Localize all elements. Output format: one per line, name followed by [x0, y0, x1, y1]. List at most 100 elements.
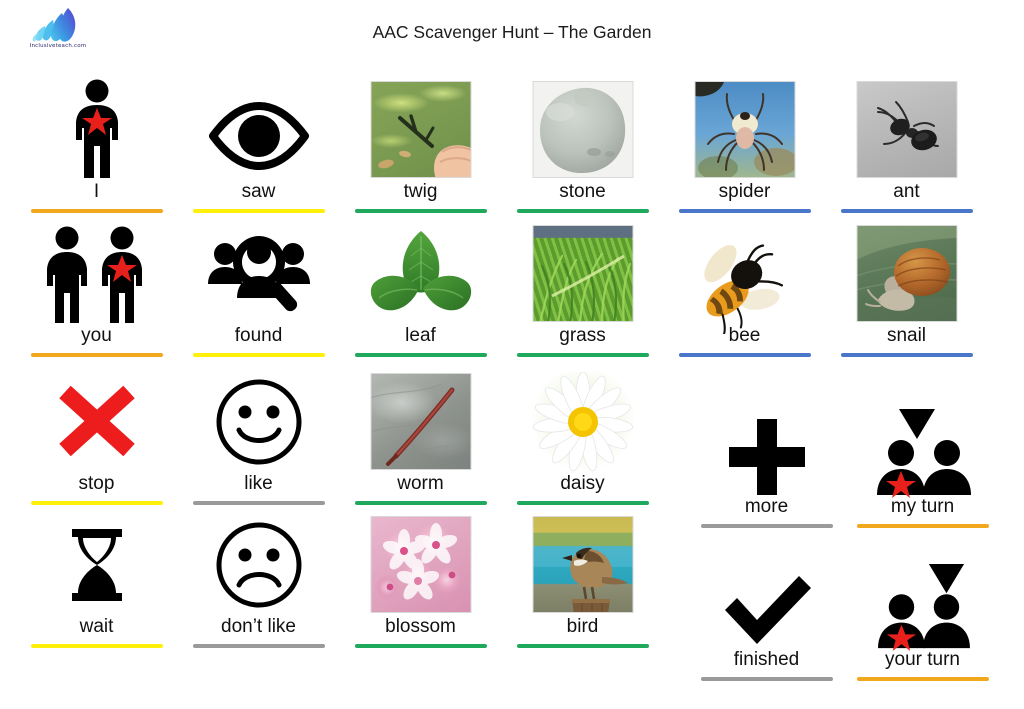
twig-photo — [370, 81, 471, 178]
cell-rule — [354, 643, 487, 648]
logo-wordmark: Inclusiveteach.com — [29, 43, 87, 49]
cell-label: worm — [397, 473, 444, 494]
ant-photo — [856, 81, 957, 178]
cell-art — [510, 513, 655, 617]
cell-rule — [700, 523, 833, 528]
cell-label: twig — [403, 181, 438, 202]
aac-cell-more[interactable]: more — [694, 405, 839, 528]
cell-rule — [856, 523, 989, 528]
aac-cell-bird[interactable]: bird — [510, 513, 655, 648]
aac-cell-leaf[interactable]: leaf — [348, 222, 493, 357]
cell-art — [694, 560, 839, 650]
grass-photo — [532, 225, 633, 322]
person-star-icon — [75, 79, 118, 178]
cell-rule — [192, 643, 325, 648]
cell-art — [348, 78, 493, 182]
cell-art — [348, 370, 493, 474]
twig-photo-detail — [378, 114, 470, 177]
cell-rule — [192, 352, 325, 357]
aac-cell-blossom[interactable]: blossom — [348, 513, 493, 648]
aac-cell-grass[interactable]: grass — [510, 222, 655, 357]
two-people-star-icon — [46, 226, 142, 323]
snail-photo-detail — [857, 226, 956, 321]
leaf-cutout-icon — [370, 231, 471, 311]
cell-art — [510, 78, 655, 182]
plus-icon — [728, 419, 805, 495]
cell-label: ant — [893, 181, 920, 202]
aac-cell-your-turn[interactable]: your turn — [850, 560, 995, 681]
cell-art — [186, 78, 331, 182]
page-title: AAC Scavenger Hunt – The Garden — [372, 22, 652, 42]
bee-cutout-icon — [703, 244, 783, 334]
worm-photo — [370, 373, 471, 470]
aac-cell-my-turn[interactable]: my turn — [850, 405, 995, 528]
checkmark-icon — [724, 576, 811, 644]
aac-cell-finished[interactable]: finished — [694, 560, 839, 681]
bird-photo — [532, 516, 633, 613]
aac-scavenger-hunt-board: Inclusiveteach.com AAC Scavenger Hunt – … — [0, 0, 1024, 709]
cell-art — [850, 560, 995, 652]
cell-rule — [516, 352, 649, 357]
snail-photo — [856, 225, 957, 322]
blossom-photo — [370, 516, 471, 613]
cell-art — [672, 78, 817, 182]
cell-art — [850, 405, 995, 498]
cell-label: spider — [718, 181, 771, 202]
cell-art — [186, 513, 331, 617]
cell-art — [24, 222, 169, 326]
my-turn-icon — [876, 409, 971, 498]
cell-label: grass — [559, 325, 606, 346]
aac-cell-daisy[interactable]: daisy — [510, 370, 655, 505]
cell-label: I — [93, 181, 100, 202]
ant-photo-detail — [877, 101, 939, 151]
cell-art — [348, 513, 493, 617]
red-cross-icon — [58, 385, 135, 457]
cell-art — [672, 222, 817, 334]
aac-cell-like[interactable]: like — [186, 370, 331, 505]
cell-label: you — [81, 325, 112, 346]
cell-rule — [30, 208, 163, 213]
cell-label: stone — [559, 181, 606, 202]
cell-art — [510, 370, 655, 474]
cell-label: blossom — [385, 616, 456, 637]
aac-cell-ant[interactable]: ant — [834, 78, 979, 213]
worm-photo-detail — [371, 383, 455, 469]
aac-cell-stop[interactable]: stop — [24, 370, 169, 505]
aac-cell-found[interactable]: found — [186, 222, 331, 357]
aac-cell-worm[interactable]: worm — [348, 370, 493, 505]
cell-rule — [840, 208, 973, 213]
cell-rule — [354, 500, 487, 505]
aac-cell-i[interactable]: I — [24, 78, 169, 213]
aac-cell-you[interactable]: you — [24, 222, 169, 357]
cell-art — [834, 222, 979, 326]
cell-label: snail — [886, 325, 927, 346]
happy-face-icon — [216, 379, 301, 465]
eye-icon — [208, 102, 309, 170]
cell-rule — [840, 352, 973, 357]
hourglass-icon — [71, 529, 122, 601]
cell-art — [24, 370, 169, 474]
aac-cell-twig[interactable]: twig — [348, 78, 493, 213]
magnifier-people-icon — [207, 236, 310, 312]
cell-rule — [30, 500, 163, 505]
spider-photo-detail — [695, 82, 794, 177]
cell-label: your turn — [885, 649, 960, 670]
blossom-photo-detail — [382, 523, 458, 600]
aac-cell-spider[interactable]: spider — [672, 78, 817, 213]
aac-cell-snail[interactable]: snail — [834, 222, 979, 357]
aac-cell-bee[interactable]: bee — [672, 222, 817, 357]
cell-art — [510, 222, 655, 326]
bird-photo-detail — [562, 547, 628, 612]
aac-cell-wait[interactable]: wait — [24, 513, 169, 648]
cell-art — [348, 222, 493, 326]
cell-art — [24, 513, 169, 617]
aac-cell-stone[interactable]: stone — [510, 78, 655, 213]
aac-cell-saw[interactable]: saw — [186, 78, 331, 213]
cell-art — [24, 78, 169, 182]
cell-label: my turn — [890, 496, 955, 517]
cell-rule — [678, 352, 811, 357]
cell-art — [694, 405, 839, 497]
stone-photo-detail — [540, 87, 626, 174]
cell-art — [186, 370, 331, 474]
aac-cell-dont-like[interactable]: don’t like — [186, 513, 331, 648]
